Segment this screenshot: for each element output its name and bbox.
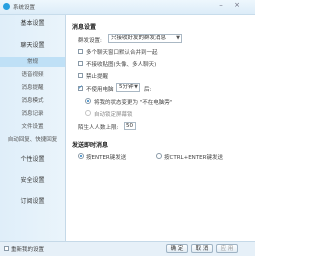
idle-suffix: 后:: [144, 87, 152, 93]
idle-time-value: 5分钟: [119, 84, 134, 90]
restore-checkbox[interactable]: [4, 246, 9, 251]
sidebar-item-message-mode[interactable]: 消息模式: [0, 96, 65, 106]
contacts-limit-value: 50: [126, 123, 133, 129]
group-msg-label: 群发设置:: [78, 38, 102, 44]
close-button[interactable]: ×: [231, 1, 243, 10]
status-away-radio[interactable]: [85, 98, 91, 104]
sidebar-item-notifications[interactable]: 消息提醒: [0, 83, 65, 93]
chevron-down-icon: ▼: [134, 84, 138, 90]
sidebar-item-general[interactable]: 常规: [0, 57, 65, 67]
sidebar-item-basic[interactable]: 基本设置: [0, 19, 65, 29]
send-enter-label: 按ENTER键发送: [86, 155, 127, 161]
cancel-button[interactable]: 取 消: [191, 244, 213, 253]
send-settings-title: 发送即时消息: [72, 142, 109, 149]
no-emoticons-label: 不接收贴图(头像、多人聊天): [86, 62, 157, 68]
idle-time-select[interactable]: 5分钟 ▼: [116, 83, 140, 92]
sidebar-item-subscription[interactable]: 订阅设置: [0, 197, 65, 207]
auto-lock-label: 自动锁定屏幕锁: [94, 112, 133, 118]
message-settings-title: 消息设置: [72, 24, 97, 31]
send-ctrl-enter-radio[interactable]: [156, 153, 162, 159]
sidebar-item-files[interactable]: 文件设置: [0, 122, 65, 132]
settings-sidebar: 基本设置 聊天设置 常规 语音视频 消息提醒 消息模式 消息记录 文件设置 自动…: [0, 15, 66, 241]
mute-checkbox[interactable]: [78, 73, 83, 78]
sidebar-item-auto-reply[interactable]: 自动回复、快捷回复: [0, 135, 65, 145]
sidebar-item-chat[interactable]: 聊天设置: [0, 41, 65, 51]
no-emoticons-checkbox[interactable]: [78, 61, 83, 66]
sidebar-item-history[interactable]: 消息记录: [0, 109, 65, 119]
mute-label: 禁止提醒: [86, 74, 109, 80]
apply-button[interactable]: 应 用: [216, 244, 238, 253]
auto-lock-radio[interactable]: [85, 110, 91, 116]
chevron-down-icon: ▼: [176, 35, 180, 41]
merge-windows-label: 多个聊天窗口默认合并到一起: [86, 50, 158, 56]
qq-icon: [3, 3, 10, 10]
sidebar-item-voice-video[interactable]: 语音视频: [0, 70, 65, 80]
send-enter-radio[interactable]: [78, 153, 84, 159]
restore-label[interactable]: 重新我的设置: [11, 245, 44, 253]
status-away-label: 将我的状态变更为 "不在电脑旁": [94, 100, 173, 106]
title-bar[interactable]: 系统设置 – ×: [0, 0, 255, 15]
sidebar-item-security[interactable]: 安全设置: [0, 176, 65, 186]
group-msg-select[interactable]: 只接收好友的群发消息 ▼: [108, 34, 182, 43]
send-ctrl-enter-label: 按CTRL+ENTER键发送: [164, 155, 223, 161]
merge-windows-checkbox[interactable]: [78, 49, 83, 54]
group-msg-value: 只接收好友的群发消息: [111, 35, 167, 41]
settings-content: 消息设置 群发设置: 只接收好友的群发消息 ▼ 多个聊天窗口默认合并到一起 不接…: [66, 15, 255, 241]
idle-label: 不使用电脑: [86, 87, 114, 93]
contacts-limit-input[interactable]: 50: [124, 122, 136, 130]
window-title: 系统设置: [13, 5, 36, 11]
settings-window: 系统设置 – × 基本设置 聊天设置 常规 语音视频 消息提醒 消息模式 消息记…: [0, 0, 255, 256]
ok-button[interactable]: 确 定: [166, 244, 188, 253]
idle-checkbox[interactable]: [78, 84, 83, 91]
minimize-button[interactable]: –: [215, 1, 227, 10]
contacts-limit-label: 陌生人人数上限:: [78, 125, 119, 131]
footer-bar: 重新我的设置 确 定 取 消 应 用: [0, 241, 255, 256]
sidebar-item-personalize[interactable]: 个性设置: [0, 155, 65, 165]
